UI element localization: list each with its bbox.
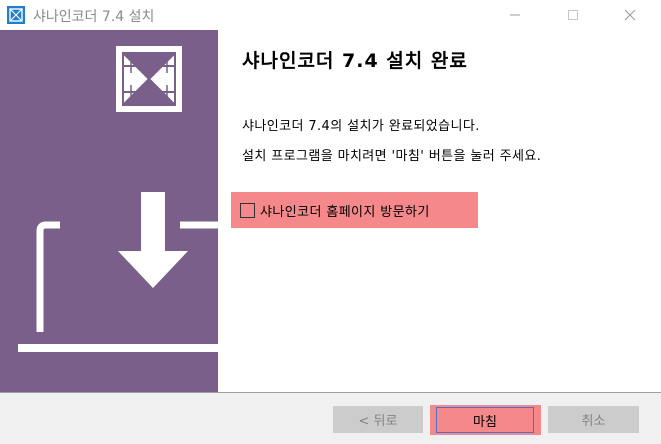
button-bar: < 뒤로 마침 취소 <box>0 392 661 444</box>
minimize-button[interactable] <box>492 0 538 30</box>
visit-homepage-option[interactable]: 샤나인코더 홈페이지 방문하기 <box>231 192 478 228</box>
cancel-button[interactable]: 취소 <box>548 406 639 433</box>
instruction-message: 설치 프로그램을 마치려면 '마침' 버튼을 눌러 주세요. <box>242 149 542 164</box>
download-arrow-icon <box>118 192 188 288</box>
banner-illustration <box>18 46 218 352</box>
app-icon <box>7 6 25 24</box>
window-title: 샤나인코더 7.4 설치 <box>33 9 155 25</box>
page-title: 샤나인코더 7.4 설치 완료 <box>242 50 468 72</box>
minimize-icon <box>510 14 520 16</box>
close-button[interactable] <box>607 0 653 30</box>
visit-homepage-label[interactable]: 샤나인코더 홈페이지 방문하기 <box>260 201 430 220</box>
finish-button[interactable]: 마침 <box>436 407 534 433</box>
laptop-icon <box>18 221 218 352</box>
shana-logo-icon <box>116 46 182 112</box>
close-icon <box>624 9 636 21</box>
title-bar: 샤나인코더 7.4 설치 <box>0 0 661 30</box>
maximize-icon <box>568 10 578 20</box>
content-panel: 샤나인코더 7.4 설치 완료 샤나인코더 7.4의 설치가 완료되었습니다. … <box>218 30 661 392</box>
maximize-button[interactable] <box>550 0 596 30</box>
back-button[interactable]: < 뒤로 <box>333 406 423 433</box>
side-banner <box>0 30 218 392</box>
visit-homepage-checkbox[interactable] <box>240 202 255 218</box>
completion-message: 샤나인코더 7.4의 설치가 완료되었습니다. <box>242 119 480 134</box>
